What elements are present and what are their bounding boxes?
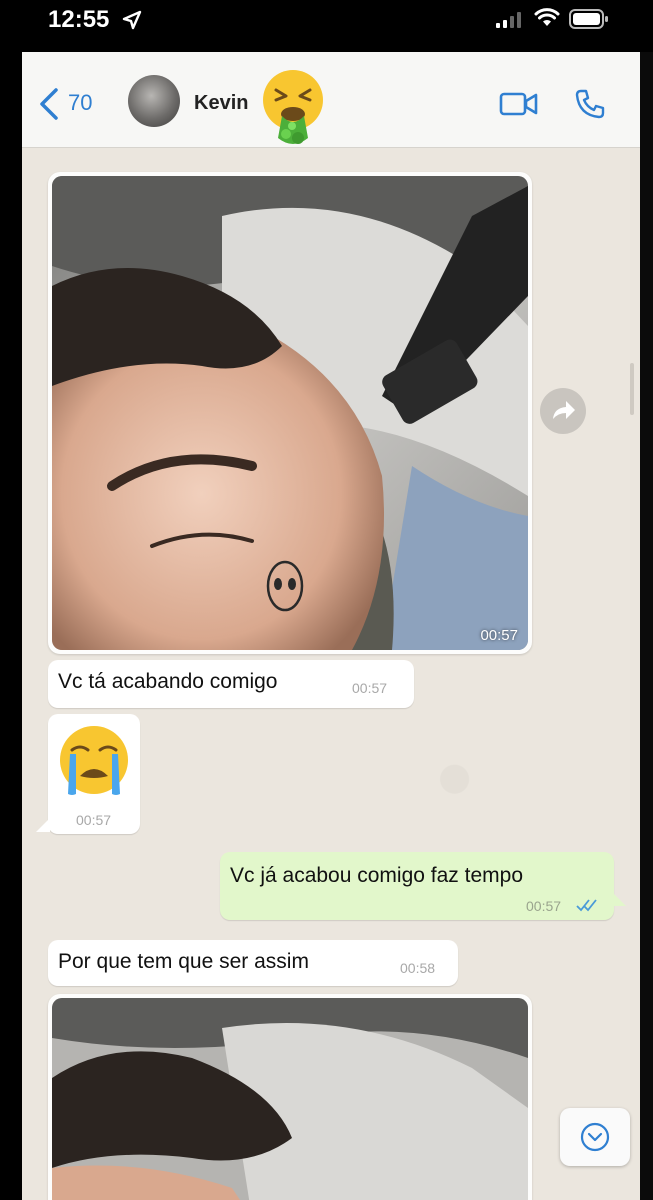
incoming-message[interactable]: Por que tem que ser assim 00:58: [48, 940, 458, 986]
back-unread-count[interactable]: 70: [68, 90, 92, 116]
message-text: Vc já acabou comigo faz tempo: [230, 864, 523, 887]
message-text: Por que tem que ser assim: [58, 950, 309, 973]
cellular-signal-icon: [496, 12, 521, 28]
chevron-down-icon: [580, 1122, 610, 1152]
incoming-emoji-message[interactable]: 00:57: [48, 714, 140, 834]
whatsapp-chat-screenshot: 70 Kevin 00:57 Vc tá acabando comigo 00:…: [22, 52, 640, 1200]
status-time: 12:55: [48, 6, 110, 33]
scroll-to-bottom-button[interactable]: [560, 1108, 630, 1166]
bubble-tail: [612, 892, 626, 906]
video-call-icon[interactable]: [499, 92, 539, 116]
incoming-message[interactable]: Vc tá acabando comigo 00:57: [48, 660, 414, 708]
voice-call-icon[interactable]: [574, 88, 606, 120]
loudly-crying-face-icon: [60, 726, 128, 795]
outgoing-message[interactable]: Vc já acabou comigo faz tempo 00:57: [220, 852, 614, 920]
scroll-indicator[interactable]: [630, 363, 634, 415]
status-bar: 12:55: [0, 0, 653, 40]
message-timestamp: 00:57: [526, 898, 562, 914]
avatar[interactable]: [128, 75, 180, 127]
message-timestamp: 00:57: [76, 812, 112, 828]
location-arrow-icon: [122, 10, 142, 30]
photo-image[interactable]: [52, 998, 528, 1200]
selfie-photo-illustration: [52, 998, 528, 1200]
contact-name[interactable]: Kevin: [194, 92, 248, 115]
message-text: Vc tá acabando comigo: [58, 670, 278, 693]
battery-icon: [569, 9, 608, 29]
chat-header: 70 Kevin: [22, 52, 640, 148]
forward-button[interactable]: [540, 388, 586, 434]
photo-message[interactable]: 00:57: [48, 172, 532, 654]
message-timestamp: 00:57: [352, 680, 388, 696]
chat-area[interactable]: 00:57 Vc tá acabando comigo 00:57 00:57: [22, 148, 640, 1200]
message-timestamp: 00:58: [400, 960, 436, 976]
vomit-face-emoji-icon: [263, 70, 323, 144]
wifi-icon: [534, 8, 560, 26]
selfie-photo-illustration: [52, 176, 528, 650]
forward-arrow-icon: [553, 401, 575, 419]
read-receipt-icon: [576, 899, 597, 912]
photo-image[interactable]: [52, 176, 528, 650]
photo-message[interactable]: [48, 994, 532, 1200]
back-chevron-icon[interactable]: [38, 88, 60, 120]
photo-timestamp: 00:57: [480, 627, 518, 644]
frame-border: [640, 52, 653, 1200]
bubble-tail: [36, 818, 50, 832]
